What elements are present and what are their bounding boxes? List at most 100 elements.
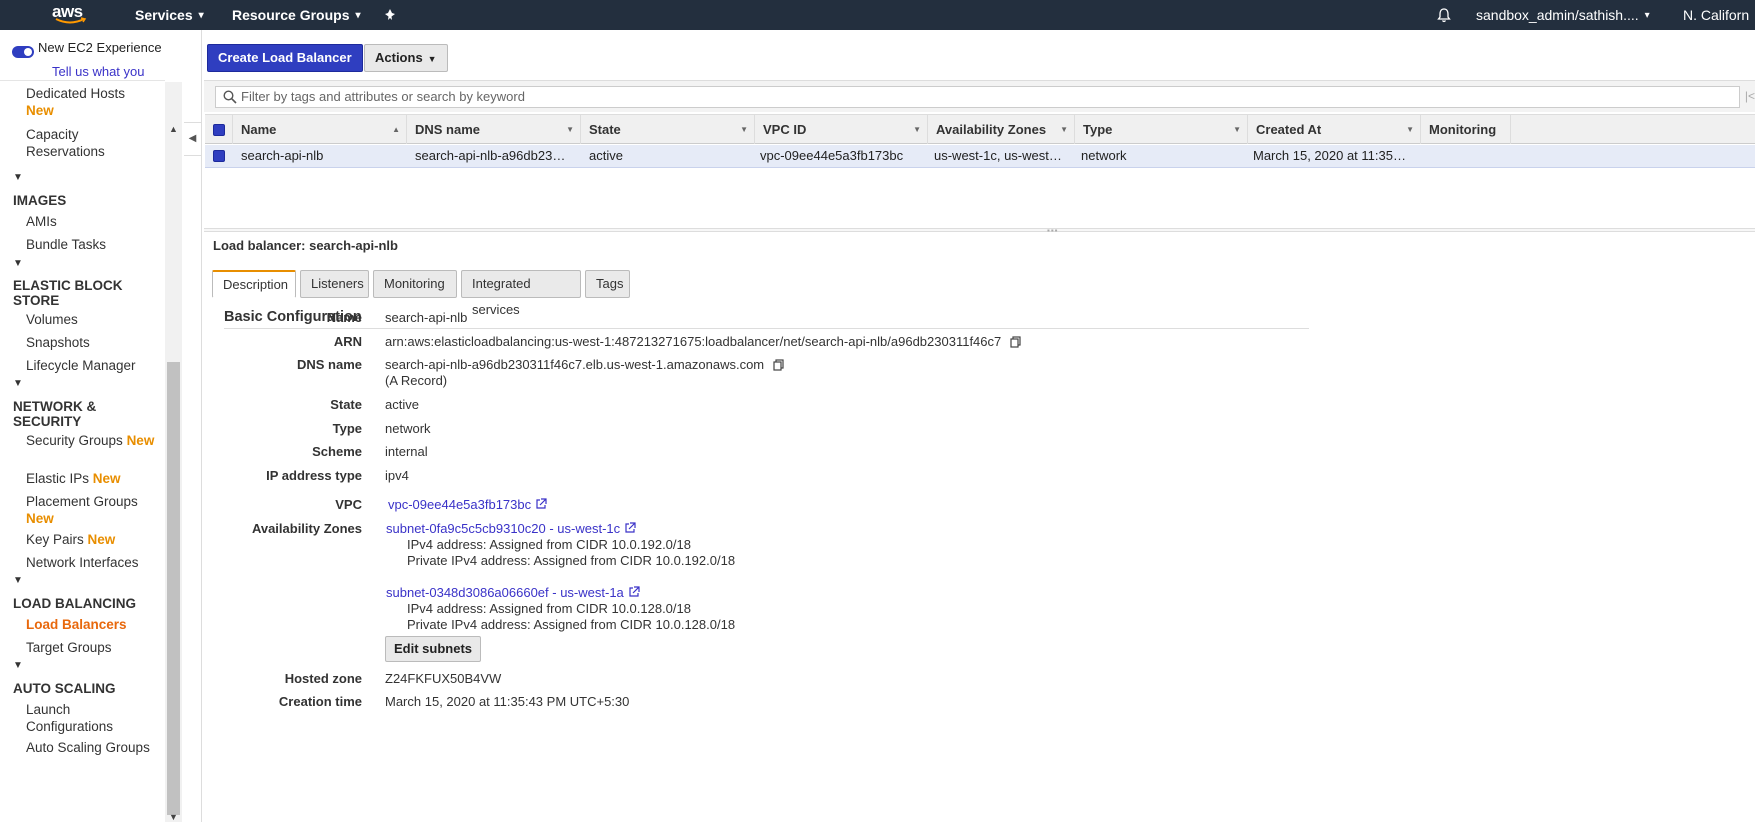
pin-icon[interactable] [384, 0, 396, 30]
table-row[interactable]: search-api-nlb search-api-nlb-a96db23… a… [205, 145, 1755, 168]
account-label: sandbox_admin/sathish.... [1476, 7, 1639, 23]
scroll-down-arrow-icon[interactable]: ▼ [169, 812, 178, 822]
sidebar-item-target-groups[interactable]: Target Groups [26, 639, 156, 656]
sidebar-item-auto-scaling-groups[interactable]: Auto Scaling Groups [26, 739, 156, 756]
collapse-triangle-icon[interactable]: ▼ [13, 575, 23, 586]
search-input[interactable]: Filter by tags and attributes or search … [215, 86, 1740, 108]
actions-label: Actions [375, 50, 423, 65]
sidebar-item-dedicated-hosts[interactable]: Dedicated Hosts New [26, 85, 156, 119]
chevron-down-icon: ▾ [1644, 9, 1650, 21]
subnet-1-link[interactable]: subnet-0fa9c5c5cb9310c20 - us-west-1c [386, 521, 620, 536]
pane-splitter[interactable]: ▪▪▪ [204, 226, 1755, 235]
column-header-label: Name [241, 122, 277, 137]
select-all-checkbox-cell[interactable] [205, 115, 233, 144]
collapse-sidebar-icon[interactable]: ◀ [184, 122, 202, 156]
tab-monitoring[interactable]: Monitoring [373, 270, 457, 298]
copy-icon[interactable] [1010, 336, 1022, 351]
region-menu[interactable]: N. Californ [1683, 0, 1749, 30]
external-link-icon[interactable] [535, 498, 547, 513]
tab-description[interactable]: Description [212, 270, 296, 298]
label-arn: ARN [333, 334, 362, 349]
column-header-azs[interactable]: Availability Zones ▼ [928, 115, 1075, 144]
cell-vpc: vpc-09ee44e5a3fb173bc [760, 148, 904, 163]
sort-icon[interactable]: ▼ [1406, 115, 1414, 144]
sidebar-item-label: Elastic IPs [26, 471, 90, 486]
column-header-name[interactable]: Name ▲ [233, 115, 407, 144]
sort-icon[interactable]: ▼ [740, 115, 748, 144]
aws-logo[interactable]: aws [52, 2, 92, 28]
new-badge: New [26, 103, 54, 118]
external-link-icon[interactable] [628, 586, 640, 601]
external-link-icon[interactable] [624, 522, 636, 537]
detail-title: Load balancer: search-api-nlb [213, 238, 398, 253]
value-state: active [385, 397, 419, 412]
column-header-state[interactable]: State ▼ [581, 115, 755, 144]
collapse-triangle-icon[interactable]: ▼ [13, 258, 23, 269]
cell-type: network [1081, 148, 1127, 163]
select-all-checkbox[interactable] [213, 124, 225, 136]
column-header-label: Created At [1256, 122, 1322, 137]
tab-tags[interactable]: Tags [585, 270, 630, 298]
cell-monitoring [1421, 145, 1511, 167]
value-name: search-api-nlb [385, 310, 468, 325]
column-header-type[interactable]: Type ▼ [1075, 115, 1248, 144]
column-header-created[interactable]: Created At ▼ [1248, 115, 1421, 144]
sidebar-item-load-balancers[interactable]: Load Balancers [26, 616, 156, 633]
tell-us-link[interactable]: Tell us what you [52, 64, 145, 79]
tab-integrated-services[interactable]: Integrated services [461, 270, 581, 317]
search-icon [223, 90, 237, 110]
top-nav-bar: aws Services ▾ Resource Groups ▾ sandbox_a… [0, 0, 1755, 30]
vpc-link[interactable]: vpc-09ee44e5a3fb173bc [388, 497, 531, 512]
resource-groups-menu[interactable]: Resource Groups ▾ [232, 0, 361, 30]
services-menu[interactable]: Services ▾ [135, 0, 204, 30]
value-subnet-2: subnet-0348d3086a06660ef - us-west-1a [386, 585, 640, 601]
sort-icon[interactable]: ▼ [1233, 115, 1241, 144]
sidebar-item-bundle-tasks[interactable]: Bundle Tasks [26, 236, 156, 253]
cell-state: active [589, 148, 623, 163]
sort-icon[interactable]: ▼ [1060, 115, 1068, 144]
drag-handle-icon[interactable]: ▪▪▪ [1047, 226, 1059, 235]
collapse-triangle-icon[interactable]: ▼ [13, 378, 23, 389]
sidebar-item-amis[interactable]: AMIs [26, 213, 156, 230]
row-checkbox-cell[interactable] [205, 145, 233, 167]
account-menu[interactable]: sandbox_admin/sathish.... ▾ [1476, 0, 1650, 30]
sort-icon[interactable]: ▼ [913, 115, 921, 144]
tab-listeners[interactable]: Listeners [300, 270, 369, 298]
row-checkbox[interactable] [213, 150, 225, 162]
bell-icon[interactable] [1437, 0, 1451, 30]
value-scheme: internal [385, 444, 428, 459]
subnet-1-ipv4: IPv4 address: Assigned from CIDR 10.0.19… [407, 537, 691, 552]
label-ip-type: IP address type [266, 468, 362, 483]
column-header-dns[interactable]: DNS name ▼ [407, 115, 581, 144]
sidebar-item-capacity-reservations[interactable]: Capacity Reservations [26, 126, 156, 160]
main-content: Create Load Balancer Actions ▼ Filter by … [204, 30, 1755, 822]
sidebar-section-images: IMAGES [13, 193, 67, 208]
sort-icon[interactable]: ▼ [566, 115, 574, 144]
actions-button[interactable]: Actions ▼ [364, 44, 448, 72]
collapse-triangle-icon[interactable]: ▼ [13, 660, 23, 671]
section-divider [224, 328, 1309, 329]
collapse-triangle-icon[interactable]: ▼ [13, 172, 23, 183]
chevron-down-icon: ▾ [198, 9, 204, 21]
sidebar-item-network-interfaces[interactable]: Network Interfaces [26, 554, 156, 571]
new-experience-toggle[interactable] [12, 46, 34, 58]
sort-asc-icon[interactable]: ▲ [392, 115, 400, 144]
create-load-balancer-button[interactable]: Create Load Balancer [207, 44, 363, 72]
search-placeholder: Filter by tags and attributes or search … [241, 89, 525, 104]
column-header-label: Availability Zones [936, 122, 1047, 137]
dns-text: search-api-nlb-a96db230311f46c7.elb.us-w… [385, 357, 765, 372]
scroll-up-arrow-icon[interactable]: ▲ [169, 124, 178, 134]
copy-icon[interactable] [773, 359, 785, 374]
label-azs: Availability Zones [251, 521, 362, 536]
edit-subnets-button[interactable]: Edit subnets [385, 636, 482, 662]
subnet-2-link[interactable]: subnet-0348d3086a06660ef - us-west-1a [386, 585, 624, 600]
subnet-2-private-ipv4: Private IPv4 address: Assigned from CIDR… [407, 617, 736, 632]
column-header-label: DNS name [415, 122, 481, 137]
new-experience-label: New EC2 Experience [38, 40, 162, 55]
sidebar-item-label: Security Groups [26, 433, 123, 448]
value-hosted-zone: Z24FKFUX50B4VW [385, 671, 502, 686]
pagination-first-icon[interactable]: |< [1745, 89, 1755, 103]
column-header-monitoring[interactable]: Monitoring [1421, 115, 1511, 144]
column-header-vpc[interactable]: VPC ID ▼ [755, 115, 928, 144]
label-vpc: VPC [335, 497, 362, 512]
